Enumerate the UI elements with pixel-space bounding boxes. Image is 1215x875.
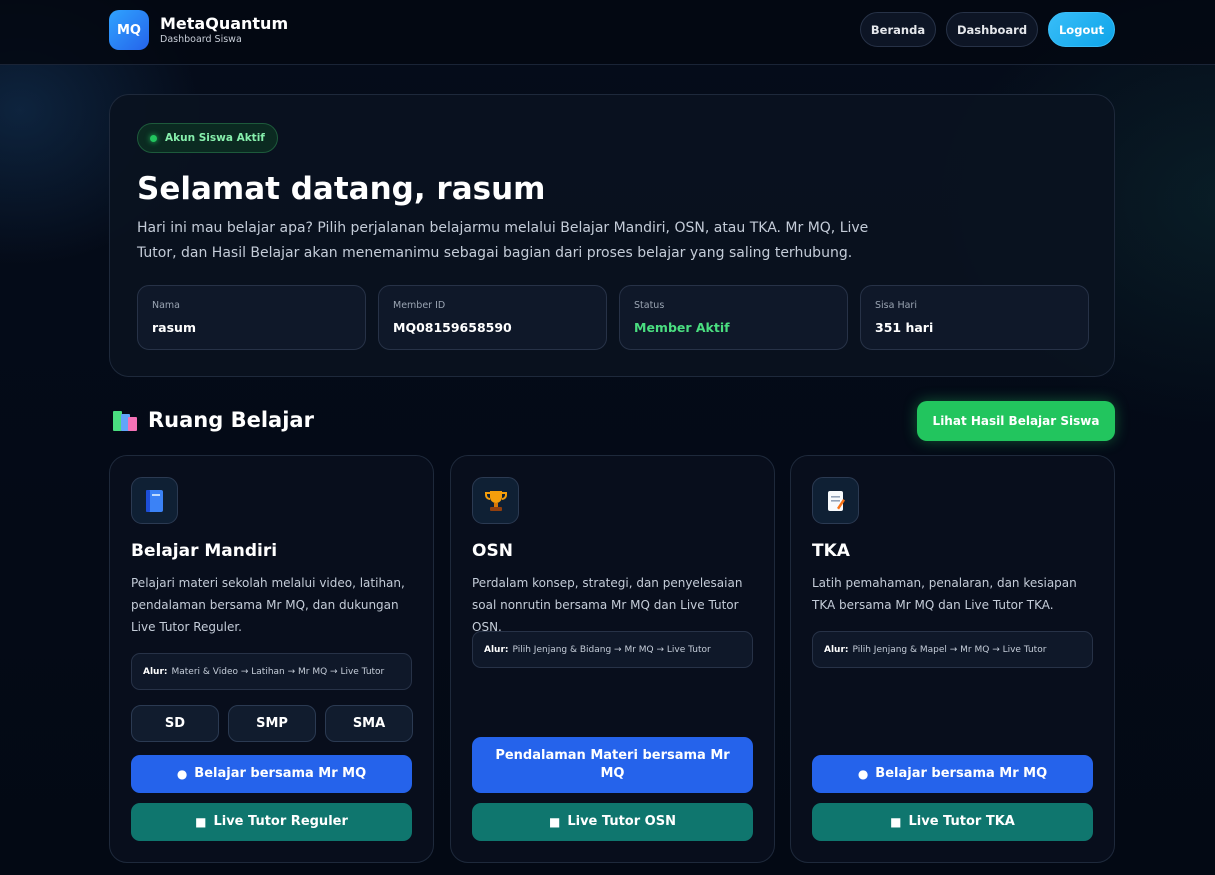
nav-dashboard-button[interactable]: Dashboard	[946, 12, 1038, 47]
logout-button[interactable]: Logout	[1048, 12, 1115, 47]
stat-label: Sisa Hari	[875, 300, 917, 311]
stat-label: Nama	[152, 300, 181, 311]
welcome-description: Hari ini mau belajar apa? Pilih perjalan…	[137, 220, 869, 261]
memo-icon	[812, 477, 859, 524]
level-sma-button[interactable]: SMA	[325, 705, 413, 742]
flow-label: Alur:	[143, 666, 168, 677]
card-title: Belajar Mandiri	[131, 541, 278, 561]
books-icon	[113, 409, 139, 431]
flow-label: Alur:	[484, 644, 509, 655]
card-description: Perdalam konsep, strategi, dan penyelesa…	[472, 576, 743, 634]
stat-days-left: Sisa Hari 351 hari	[860, 285, 1089, 350]
section-title: Ruang Belajar	[148, 408, 314, 432]
button-label: Live Tutor OSN	[567, 814, 676, 829]
page-title: Selamat datang, rasum	[137, 171, 546, 207]
brand[interactable]: MQ MetaQuantum Dashboard Siswa	[109, 10, 288, 50]
learn-with-mrmq-button[interactable]: ● Belajar bersama Mr MQ	[131, 755, 412, 793]
card-osn: OSN Perdalam konsep, strategi, dan penye…	[450, 455, 775, 863]
view-results-button[interactable]: Lihat Hasil Belajar Siswa	[917, 401, 1115, 441]
trophy-icon	[472, 477, 519, 524]
button-label: Belajar bersama Mr MQ	[875, 766, 1048, 781]
level-smp-button[interactable]: SMP	[228, 705, 316, 742]
flow-text: Pilih Jenjang & Bidang → Mr MQ → Live Tu…	[512, 644, 711, 655]
live-tutor-button[interactable]: ■ Live Tutor Reguler	[131, 803, 412, 841]
robot-icon: ●	[857, 767, 869, 781]
top-nav: Beranda Dashboard Logout	[860, 12, 1115, 47]
camera-icon: ■	[195, 815, 207, 829]
status-badge-label: Akun Siswa Aktif	[165, 132, 265, 144]
robot-icon: ●	[176, 767, 188, 781]
flow-label: Alur:	[824, 644, 849, 655]
deepening-with-mrmq-button[interactable]: Pendalaman Materi bersama Mr MQ	[472, 737, 753, 793]
button-label: Belajar bersama Mr MQ	[194, 766, 367, 781]
card-title: TKA	[812, 541, 850, 561]
status-badge: Akun Siswa Aktif	[137, 123, 278, 153]
button-label: Live Tutor Reguler	[213, 814, 348, 829]
topbar: MQ MetaQuantum Dashboard Siswa Beranda D…	[0, 0, 1215, 65]
card-tka: TKA Latih pemahaman, penalaran, dan kesi…	[790, 455, 1115, 863]
live-tutor-tka-button[interactable]: ■ Live Tutor TKA	[812, 803, 1093, 841]
stat-value: Member Aktif	[634, 320, 730, 335]
flow-box: Alur: Pilih Jenjang & Bidang → Mr MQ → L…	[472, 631, 753, 668]
nav-home-button[interactable]: Beranda	[860, 12, 936, 47]
learn-with-mrmq-button[interactable]: ● Belajar bersama Mr MQ	[812, 755, 1093, 793]
stat-label: Status	[634, 300, 665, 311]
flow-text: Materi & Video → Latihan → Mr MQ → Live …	[171, 666, 385, 677]
member-stats: Nama rasum Member ID MQ08159658590 Statu…	[137, 285, 1089, 350]
button-label: Live Tutor TKA	[908, 814, 1015, 829]
button-label: Pendalaman Materi bersama Mr MQ	[495, 748, 730, 781]
card-description: Latih pemahaman, penalaran, dan kesiapan…	[812, 576, 1077, 612]
camera-icon: ■	[549, 815, 561, 829]
live-tutor-osn-button[interactable]: ■ Live Tutor OSN	[472, 803, 753, 841]
flow-text: Pilih Jenjang & Mapel → Mr MQ → Live Tut…	[852, 644, 1047, 655]
stat-member-id: Member ID MQ08159658590	[378, 285, 607, 350]
brand-logo: MQ	[109, 10, 149, 50]
stat-label: Member ID	[393, 300, 446, 311]
welcome-card: Akun Siswa Aktif Selamat datang, rasum H…	[109, 94, 1115, 377]
level-sd-button[interactable]: SD	[131, 705, 219, 742]
camera-icon: ■	[890, 815, 902, 829]
book-icon	[131, 477, 178, 524]
card-belajar-mandiri: Belajar Mandiri Pelajari materi sekolah …	[109, 455, 434, 863]
level-selector: SD SMP SMA	[131, 705, 413, 742]
section-header: Ruang Belajar	[113, 408, 314, 432]
stat-value: rasum	[152, 320, 196, 335]
card-title: OSN	[472, 541, 513, 561]
active-dot-icon	[150, 134, 157, 142]
stat-name: Nama rasum	[137, 285, 366, 350]
stat-value: MQ08159658590	[393, 320, 512, 335]
flow-box: Alur: Materi & Video → Latihan → Mr MQ →…	[131, 653, 412, 690]
stat-value: 351 hari	[875, 320, 934, 335]
brand-name: MetaQuantum	[160, 14, 289, 33]
stat-status: Status Member Aktif	[619, 285, 848, 350]
flow-box: Alur: Pilih Jenjang & Mapel → Mr MQ → Li…	[812, 631, 1093, 668]
card-description: Pelajari materi sekolah melalui video, l…	[131, 576, 405, 634]
brand-subtitle: Dashboard Siswa	[160, 34, 242, 45]
